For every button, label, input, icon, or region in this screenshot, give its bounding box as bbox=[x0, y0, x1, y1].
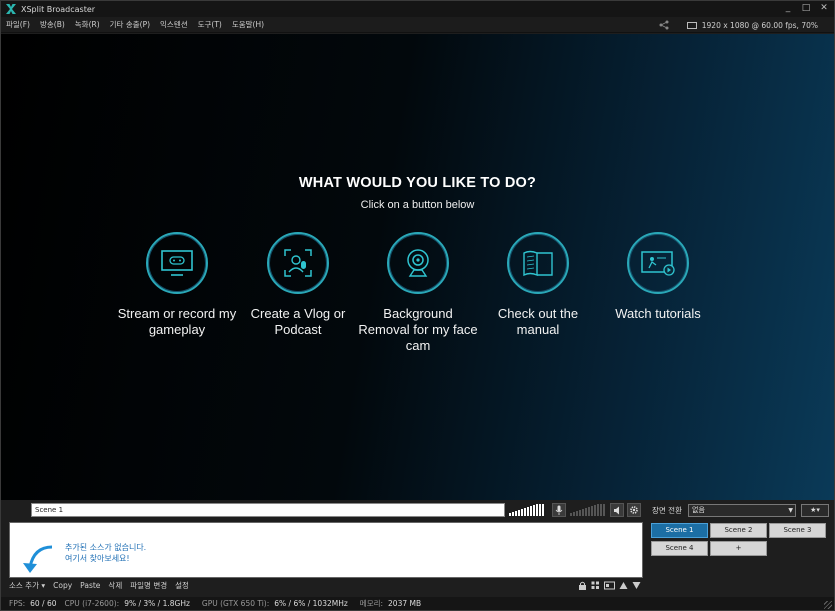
menu-help[interactable]: 도움말(H) bbox=[227, 17, 269, 33]
menu-file[interactable]: 파일(F) bbox=[1, 17, 35, 33]
option-stream-gameplay[interactable]: Stream or record my gameplay bbox=[117, 232, 237, 338]
scene-button-3[interactable]: Scene 3 bbox=[769, 523, 826, 538]
resize-grip-icon[interactable] bbox=[824, 601, 832, 609]
microphone-icon bbox=[267, 232, 329, 294]
grid-icon[interactable] bbox=[591, 581, 600, 590]
minimize-button[interactable]: _ bbox=[782, 2, 794, 15]
play-tutorial-icon bbox=[627, 232, 689, 294]
gpu-label: GPU (GTX 650 Ti): bbox=[201, 599, 270, 608]
resolution-label: 1920 x 1080 @ 60.00 fps, 70% bbox=[701, 20, 818, 30]
memory-label: 메모리: bbox=[359, 599, 384, 608]
welcome-title: WHAT WOULD YOU LIKE TO DO? bbox=[298, 175, 537, 191]
no-sources-message: 추가된 소스가 없습니다. bbox=[65, 543, 147, 552]
memory-value: 2037 MB bbox=[388, 599, 422, 608]
webcam-icon bbox=[387, 232, 449, 294]
gear-icon bbox=[630, 506, 638, 514]
add-scene-button[interactable]: + bbox=[710, 541, 767, 556]
scene-name-input[interactable]: Scene 1 bbox=[31, 503, 505, 517]
gpu-value: 6% / 6% / 1032MHz bbox=[274, 599, 348, 608]
layout-icon[interactable] bbox=[604, 581, 615, 590]
transition-select[interactable]: 없음 ▼ bbox=[688, 504, 796, 517]
option-background-removal[interactable]: Background Removal for my face cam bbox=[358, 232, 478, 354]
speaker-mute-button[interactable] bbox=[610, 503, 624, 517]
option-vlog-podcast[interactable]: Create a Vlog or Podcast bbox=[238, 232, 358, 338]
option-label: Stream or record my gameplay bbox=[117, 306, 237, 337]
monitor-icon bbox=[686, 21, 697, 29]
maximize-button[interactable]: □ bbox=[800, 2, 812, 15]
menu-tools[interactable]: 도구(T) bbox=[193, 17, 227, 33]
source-toolbar: 소스 추가 ▾ Copy Paste 삭제 파일명 변경 설정 bbox=[9, 579, 643, 591]
window-title: XSplit Broadcaster bbox=[21, 4, 96, 14]
chevron-down-icon: ▼ bbox=[788, 507, 793, 514]
menu-extensions[interactable]: 익스텐션 bbox=[155, 17, 193, 33]
settings-button[interactable]: 설정 bbox=[175, 580, 189, 591]
option-label: Create a Vlog or Podcast bbox=[250, 306, 346, 337]
speaker-volume-meter bbox=[570, 504, 605, 516]
fps-label: FPS: bbox=[9, 599, 26, 608]
rename-button[interactable]: 파일명 변경 bbox=[130, 580, 167, 591]
option-manual[interactable]: Check out the manual bbox=[478, 232, 598, 338]
close-button[interactable]: ✕ bbox=[818, 2, 830, 15]
menu-broadcast[interactable]: 방송(B) bbox=[35, 17, 70, 33]
microphone-mute-button[interactable] bbox=[552, 503, 566, 517]
menu-bar: 파일(F) 방송(B) 녹화(R) 기타 송출(P) 익스텐션 도구(T) 도움… bbox=[1, 17, 834, 33]
move-up-icon[interactable] bbox=[619, 581, 628, 590]
mic-volume-meter bbox=[509, 504, 544, 516]
resolution-selector[interactable]: 1920 x 1080 @ 60.00 fps, 70% bbox=[686, 17, 818, 33]
status-bar: FPS: 60 / 60 CPU (i7-2600): 9% / 3% / 1.… bbox=[1, 597, 834, 610]
transition-label: 장면 전환 bbox=[652, 506, 682, 515]
menu-record[interactable]: 녹화(R) bbox=[70, 17, 105, 33]
stage-preview[interactable]: WHAT WOULD YOU LIKE TO DO? Click on a bu… bbox=[1, 34, 834, 500]
scene-button-2[interactable]: Scene 2 bbox=[710, 523, 767, 538]
scene-button-4[interactable]: Scene 4 bbox=[651, 541, 708, 556]
option-label: Watch tutorials bbox=[615, 306, 701, 321]
cpu-label: CPU (i7-2600): bbox=[64, 599, 120, 608]
menu-other-output[interactable]: 기타 송출(P) bbox=[105, 17, 155, 33]
curved-arrow-icon bbox=[23, 545, 53, 573]
option-label: Check out the manual bbox=[497, 306, 579, 337]
gamepad-monitor-icon bbox=[146, 232, 208, 294]
delete-button[interactable]: 삭제 bbox=[108, 580, 122, 591]
option-label: Background Removal for my face cam bbox=[358, 306, 478, 353]
cpu-value: 9% / 3% / 1.8GHz bbox=[124, 599, 190, 608]
sources-list[interactable]: 추가된 소스가 없습니다. 여기서 찾아보세요! bbox=[9, 522, 643, 578]
transition-value: 없음 bbox=[692, 506, 705, 514]
add-source-button[interactable]: 소스 추가 ▾ bbox=[9, 580, 45, 591]
welcome-subtitle: Click on a button below bbox=[360, 199, 475, 211]
scene-name-row: Scene 1 bbox=[9, 503, 641, 519]
copy-button[interactable]: Copy bbox=[53, 581, 72, 590]
favorite-transition-button[interactable]: ★▾ bbox=[801, 504, 829, 517]
scene-button-1[interactable]: Scene 1 bbox=[651, 523, 708, 538]
xsplit-logo-icon bbox=[6, 4, 16, 14]
share-icon[interactable] bbox=[659, 20, 669, 30]
option-tutorials[interactable]: Watch tutorials bbox=[598, 232, 718, 322]
title-bar: XSplit Broadcaster _ □ ✕ bbox=[1, 1, 834, 17]
fps-value: 60 / 60 bbox=[30, 599, 57, 608]
audio-settings-button[interactable] bbox=[627, 503, 641, 517]
move-down-icon[interactable] bbox=[632, 581, 641, 590]
paste-button[interactable]: Paste bbox=[80, 581, 100, 590]
find-sources-link[interactable]: 여기서 찾아보세요! bbox=[65, 553, 130, 564]
lock-icon[interactable] bbox=[578, 581, 587, 590]
microphone-icon bbox=[555, 505, 563, 515]
main-window: XSplit Broadcaster _ □ ✕ 파일(F) 방송(B) 녹화(… bbox=[0, 0, 835, 611]
book-icon bbox=[507, 232, 569, 294]
speaker-icon bbox=[613, 506, 619, 514]
